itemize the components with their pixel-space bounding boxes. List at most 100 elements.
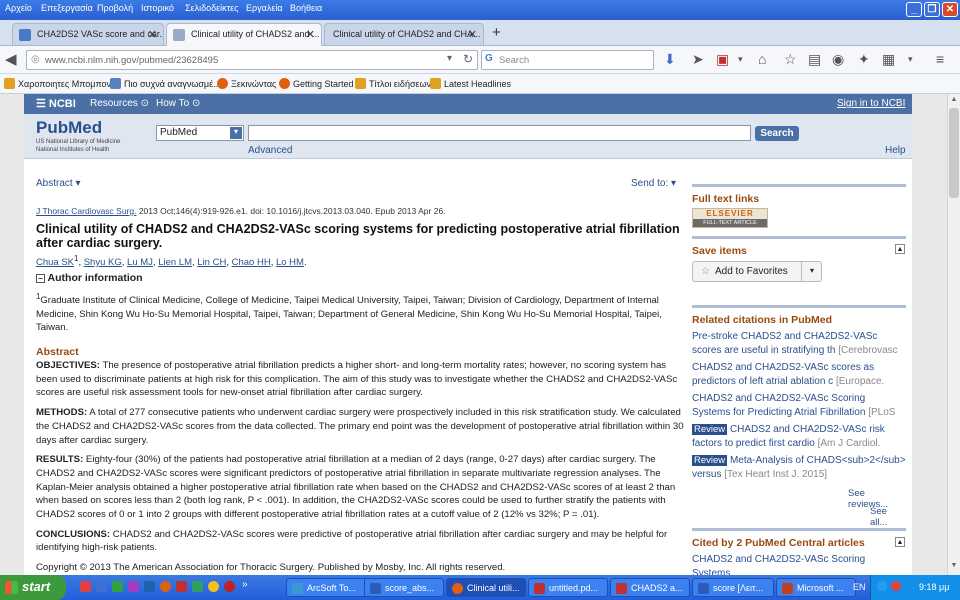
howto-menu[interactable]: How To ⊙ [156,98,200,109]
reader-icon[interactable]: ▤ [808,51,821,68]
task-arcsoft[interactable]: ArcSoft To... [286,578,370,597]
back-icon[interactable]: ◀ [5,50,17,68]
menu-view[interactable]: Προβολή [97,3,133,13]
word-icon [698,583,709,594]
bookmark-item[interactable]: Τίτλοι ειδήσεων [355,78,431,89]
task-untitled-pdf[interactable]: untitled.pd... [528,578,608,597]
see-all-link[interactable]: See all... [870,506,906,528]
scroll-down-icon[interactable]: ▼ [949,562,959,572]
hamburger-menu-icon[interactable]: ≡ [936,51,944,67]
security-icon[interactable] [891,581,901,591]
related-citation[interactable]: CHADS2 and CHA2DS2-VASc Scoring Systems … [692,392,906,420]
chevron-down-icon[interactable]: ▾ [908,54,913,65]
send-icon[interactable]: ➤ [692,51,704,68]
pubmed-search-input[interactable] [248,125,751,141]
bookmark-item[interactable]: Latest Headlines [430,78,511,89]
scrollbar[interactable]: ▲ ▼ [947,94,960,575]
firefox-icon[interactable] [160,581,171,592]
format-dropdown[interactable]: Abstract ▾ [36,178,81,189]
language-indicator[interactable]: EN [853,582,866,592]
clock[interactable]: 9:18 μμ [919,582,949,592]
puzzle-icon[interactable]: ✦ [858,51,870,68]
bookmark-item[interactable]: Getting Started [279,78,354,89]
cited-article[interactable]: CHADS2 and CHA2DS2-VASc Scoring Systems [692,553,906,575]
search-input[interactable]: G Search [481,50,654,70]
restore-button[interactable]: ❐ [924,2,940,17]
database-select[interactable]: PubMed ▾ [156,125,244,141]
close-tab-icon[interactable]: ✕ [148,28,157,41]
bookmark-item[interactable]: Ξεκινώντας [217,78,276,89]
pubmed-logo[interactable]: PubMed US National Library of Medicine N… [36,118,120,154]
minimize-button[interactable]: _ [906,2,922,17]
reload-icon[interactable]: ↻ [463,52,473,66]
download-icon[interactable]: ⬇ [664,51,676,68]
task-score-abs[interactable]: score_abs... [364,578,444,597]
author-link[interactable]: Lo HM [276,257,304,268]
app-icon[interactable] [112,581,123,592]
advanced-link[interactable]: Advanced [248,145,292,156]
addon-icon[interactable]: ▦ [882,51,895,68]
close-tab-icon[interactable]: ✕ [468,28,477,41]
related-citation[interactable]: Review CHADS2 and CHA2DS2-VASc risk fact… [692,423,906,451]
close-tab-icon[interactable]: ✕ [306,28,315,41]
chevron-down-icon[interactable]: ▾ [801,261,822,282]
dropdown-icon[interactable]: ▾ [447,53,452,64]
author-link[interactable]: Shyu KG [84,257,122,268]
star-icon[interactable]: ☆ [784,51,797,68]
ncbi-logo[interactable]: ☰ NCBI [36,97,76,110]
bookmark-item[interactable]: Χαροποιητες Μπομπον... [4,78,119,89]
author-link[interactable]: Lu MJ [127,257,153,268]
app-icon[interactable] [128,581,139,592]
scroll-thumb[interactable] [949,108,959,198]
menu-file[interactable]: Αρχείο [5,3,32,13]
menu-edit[interactable]: Επεξεργασία [41,3,93,13]
task-chads2[interactable]: CHADS2 a... [610,578,690,597]
related-citation[interactable]: Pre-stroke CHADS2 and CHA2DS2-VASc score… [692,330,906,358]
menu-bookmarks[interactable]: Σελιδοδείκτες [185,3,239,13]
author-link[interactable]: Chua SK [36,257,74,268]
help-link[interactable]: Help [885,145,906,156]
related-citation[interactable]: Review Meta-Analysis of CHADS<sub>2</sub… [692,454,906,482]
app-icon[interactable] [80,581,91,592]
collapse-icon[interactable]: ▲ [895,537,905,547]
tab-clinical-utility-2[interactable]: Clinical utility of CHADS2 and CHA... ✕ [324,23,484,45]
collapse-icon[interactable]: ▲ [895,244,905,254]
send-to-dropdown[interactable]: Send to: ▾ [631,178,676,189]
author-link[interactable]: Lin CH [197,257,226,268]
chat-icon[interactable]: ◉ [832,51,844,68]
journal-link[interactable]: J Thorac Cardiovasc Surg. [36,206,136,216]
url-bar[interactable]: ◎ www.ncbi.nlm.nih.gov/pubmed/23628495 ▾… [26,50,478,70]
task-clinical-utility[interactable]: Clinical utili... [446,578,526,597]
chrome-icon[interactable] [208,581,219,592]
resources-menu[interactable]: Resources ⊙ [90,98,149,109]
task-score-word[interactable]: score [Λειτ... [692,578,774,597]
new-tab-icon[interactable]: + [492,24,501,41]
scroll-up-icon[interactable]: ▲ [949,96,959,106]
related-citation[interactable]: CHADS2 and CHA2DS2-VASc scores as predic… [692,361,906,389]
network-icon[interactable] [877,581,887,591]
menu-history[interactable]: Ιστορικό [141,3,174,13]
tab-cha2ds2-vasc[interactable]: CHA2DS2 VASc score and car... ✕ [12,23,164,45]
home-icon[interactable]: ⌂ [758,51,766,67]
bookmark-item[interactable]: Πιο συχνά αναγνωσμέ... [110,78,221,89]
start-button[interactable]: start [0,575,66,600]
author-link[interactable]: Chao HH [232,257,271,268]
author-link[interactable]: Lien LM [158,257,192,268]
close-window-button[interactable]: ✕ [942,2,958,17]
task-microsoft[interactable]: Microsoft ... [776,578,856,597]
pdf-icon[interactable]: ▣ [716,51,729,68]
app-icon[interactable] [192,581,203,592]
chevron-down-icon[interactable]: ▾ [738,54,743,65]
author-info-toggle[interactable]: − Author information [36,272,143,284]
search-button[interactable]: Search [755,126,799,141]
app-icon[interactable] [176,581,187,592]
menu-help[interactable]: Βοήθεια [290,3,322,13]
elsevier-link[interactable]: ELSEVIER FULL-TEXT ARTICLE [692,208,768,228]
tab-clinical-utility-active[interactable]: Clinical utility of CHADS2 and ... ✕ [166,23,322,47]
menu-tools[interactable]: Εργαλεία [246,3,283,13]
app-icon[interactable] [96,581,107,592]
chevron-right-icon[interactable]: » [242,579,248,590]
app-icon[interactable] [224,581,235,592]
app-icon[interactable] [144,581,155,592]
sign-in-link[interactable]: Sign in to NCBI [837,98,905,109]
